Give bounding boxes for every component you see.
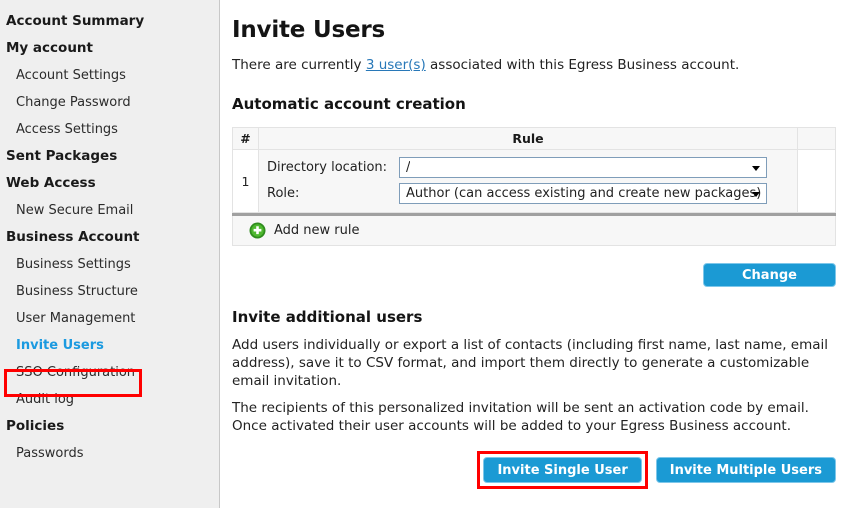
sidebar-item-invite-users[interactable]: Invite Users [0,332,219,359]
table-row: 1 Directory location: / Role: Author (ca… [231,149,837,213]
add-new-rule-label[interactable]: Add new rule [274,223,360,238]
sidebar-item-account-settings[interactable]: Account Settings [0,62,219,89]
rule-row-number: 1 [231,149,260,213]
rules-table: # Rule 1 Directory location: / Role: Aut… [231,127,837,213]
directory-location-label: Directory location: [267,160,388,175]
rules-table-head: # Rule [231,127,837,150]
sidebar-item-user-management[interactable]: User Management [0,305,219,332]
change-button[interactable]: Change [703,263,836,287]
change-button-row: Change [232,263,836,287]
role-value: Author (can access existing and create n… [406,186,762,201]
invite-multiple-users-button[interactable]: Invite Multiple Users [655,457,836,483]
user-count-link[interactable]: 3 user(s) [366,57,426,73]
sidebar-section-header: Sent Packages [6,148,118,164]
table-header-row: # Rule [231,127,837,150]
sidebar-item-list: Account Summary My account Account Setting… [0,8,219,467]
user-count-intro: There are currently 3 user(s) associated… [232,56,847,74]
chevron-down-icon [752,165,761,171]
sidebar-navigation: Account Summary My account Account Setting… [0,0,220,508]
invite-single-user-button[interactable]: Invite Single User [483,457,642,483]
directory-location-field-row: Directory location: / [267,157,789,178]
page-root: Account Summary My account Account Setting… [0,0,857,508]
invite-buttons-row: Invite Single User Invite Multiple Users [232,451,836,489]
invite-description-paragraph-2: The recipients of this personalized invi… [232,400,809,434]
rule-fields-cell: Directory location: / Role: Author (can … [258,149,798,213]
sidebar-section-header: Account Summary [6,13,145,29]
directory-location-select[interactable]: / [399,157,768,178]
directory-location-value: / [406,160,411,175]
automatic-account-creation-heading: Automatic account creation [232,95,466,113]
column-header-rule: Rule [258,127,798,150]
sidebar-item-access-settings[interactable]: Access Settings [0,116,219,143]
rules-table-body: 1 Directory location: / Role: Author (ca… [231,149,837,213]
role-select[interactable]: Author (can access existing and create n… [399,183,768,204]
sidebar-item-business-settings[interactable]: Business Settings [0,251,219,278]
chevron-down-icon [752,191,761,197]
page-title: Invite Users [232,17,386,43]
invite-additional-users-heading: Invite additional users [232,308,423,326]
sidebar-item-sso-configuration[interactable]: SSO Configuration [0,359,219,386]
sidebar-item-new-secure-email[interactable]: New Secure Email [0,197,219,224]
invite-description-paragraph-1: Add users individually or export a list … [232,337,829,389]
invite-single-user-highlight-box: Invite Single User [477,451,648,489]
add-new-rule-row[interactable]: Add new rule [232,216,836,246]
plus-circle-icon [249,222,266,239]
role-label: Role: [267,186,300,201]
sidebar-section-header: Web Access [6,175,96,191]
sidebar-section-header: Business Account [6,229,140,245]
sidebar-item-business-structure[interactable]: Business Structure [0,278,219,305]
main-content: Invite Users There are currently 3 user(… [220,0,857,508]
sidebar-item-passwords[interactable]: Passwords [0,440,219,467]
sidebar-item-change-password[interactable]: Change Password [0,89,219,116]
rule-actions-cell [796,149,837,213]
column-header-number: # [231,127,260,150]
column-header-actions [796,127,837,150]
role-field-row: Role: Author (can access existing and cr… [267,183,789,204]
sidebar-section-header: My account [6,40,93,56]
sidebar-section-header: Policies [6,418,65,434]
intro-prefix-text: There are currently [232,57,366,73]
intro-suffix-text: associated with this Egress Business acc… [425,57,740,73]
sidebar-item-audit-log[interactable]: Audit log [0,386,219,413]
